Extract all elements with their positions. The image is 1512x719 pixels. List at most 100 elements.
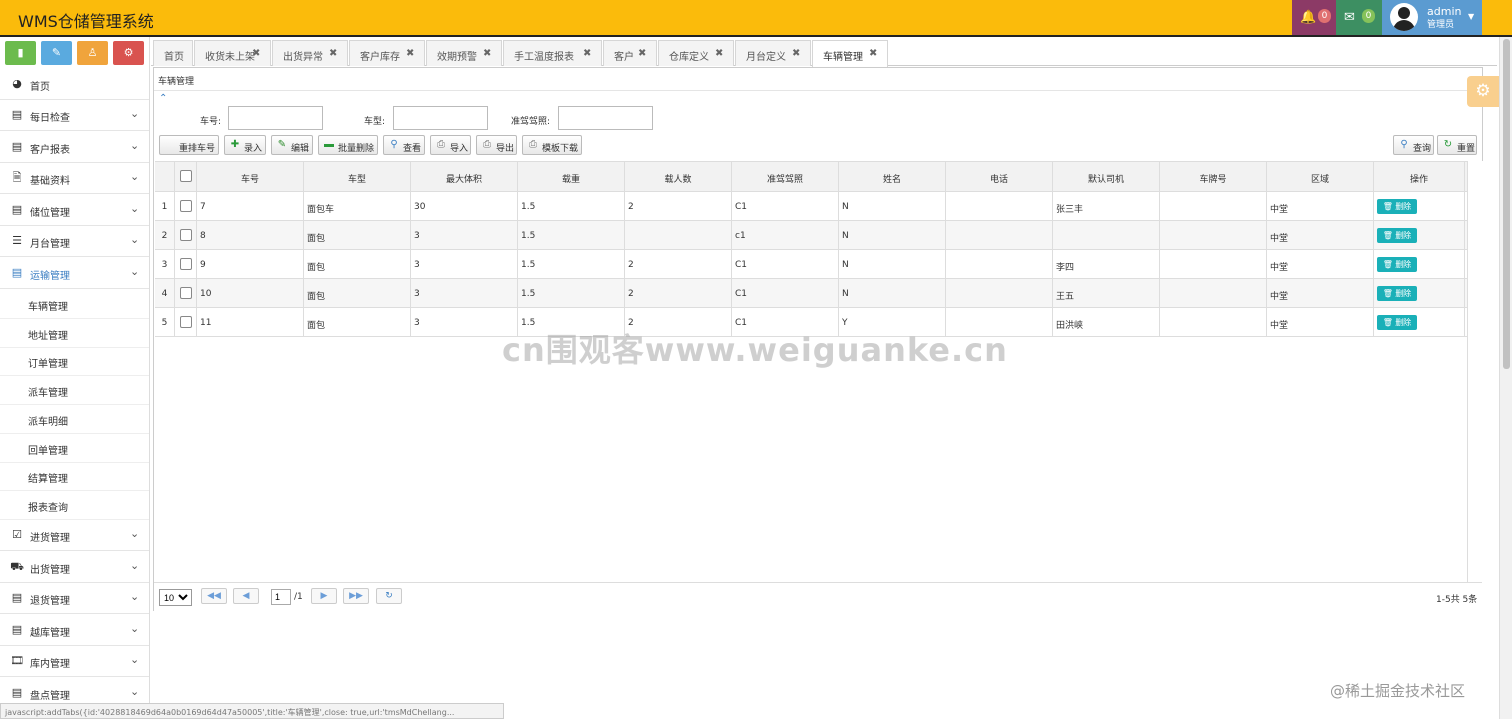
plate-input[interactable] bbox=[228, 106, 323, 130]
sidebar-item-group-top-4[interactable]: ☰ 月台管理 ⌄ bbox=[0, 226, 149, 257]
table-row[interactable]: 2 8 面包 3 1.5 c1 N 中堂 🗑 删除 bbox=[155, 221, 1468, 250]
sidebar-subitem-6[interactable]: 结算管理 bbox=[0, 462, 149, 492]
edit-button[interactable]: ✎ 编辑 bbox=[271, 135, 313, 155]
page-scrollbar[interactable] bbox=[1499, 37, 1512, 719]
cell-value: 9 bbox=[200, 260, 206, 270]
page-input[interactable] bbox=[271, 589, 291, 605]
tab-1[interactable]: 收货未上架 ✖ bbox=[194, 40, 271, 66]
trash-icon: 🗑 bbox=[1382, 260, 1396, 269]
close-icon[interactable]: ✖ bbox=[406, 48, 414, 59]
row-checkbox[interactable] bbox=[180, 200, 192, 212]
close-icon[interactable]: ✖ bbox=[638, 48, 646, 59]
prev-page-icon[interactable]: ◀ bbox=[233, 588, 259, 604]
type-input[interactable] bbox=[393, 106, 488, 130]
view-button[interactable]: ⚲ 查看 bbox=[383, 135, 425, 155]
sidebar-item-group-top-1[interactable]: ▤ 客户报表 ⌄ bbox=[0, 132, 149, 163]
sidebar-item-group-top-0[interactable]: ▤ 每日检查 ⌄ bbox=[0, 100, 149, 131]
sidebar-item-group-bottom-3[interactable]: ▤ 越库管理 ⌄ bbox=[0, 615, 149, 646]
sidebar-item-group-bottom-2[interactable]: ▤ 退货管理 ⌄ bbox=[0, 583, 149, 614]
row-checkbox[interactable] bbox=[180, 229, 192, 241]
users-shortcut-button[interactable]: ♙ bbox=[77, 41, 108, 65]
user-menu[interactable]: admin 管理员 ▼ bbox=[1382, 0, 1482, 35]
sidebar-subitem-7[interactable]: 报表查询 bbox=[0, 491, 149, 520]
page-size-select[interactable]: 10 bbox=[159, 589, 192, 606]
signal-shortcut-button[interactable]: ▮ bbox=[5, 41, 36, 65]
sidebar-item-group-top-3[interactable]: ▤ 储位管理 ⌄ bbox=[0, 195, 149, 226]
close-icon[interactable]: ✖ bbox=[252, 48, 260, 59]
reorder-button[interactable]: 重排车号 bbox=[159, 135, 219, 155]
tab-5[interactable]: 手工温度报表 ✖ bbox=[503, 40, 602, 66]
sidebar-subitem-4[interactable]: 派车明细 bbox=[0, 405, 149, 434]
sidebar-item-group-top-2[interactable]: 🗎 基础资料 ⌄ bbox=[0, 163, 149, 194]
export-button[interactable]: ⎙ 导出 bbox=[476, 135, 517, 155]
reload-icon[interactable]: ↻ bbox=[376, 588, 402, 604]
tab-6[interactable]: 客户 ✖ bbox=[603, 40, 657, 66]
cell-value: 8 bbox=[200, 231, 206, 241]
close-icon[interactable]: ✖ bbox=[483, 48, 491, 59]
template-download-button[interactable]: ⎙ 模板下载 bbox=[522, 135, 582, 155]
table-row[interactable]: 1 7 面包车 30 1.5 2 C1 N 张三丰 中堂 🗑 删除 bbox=[155, 192, 1468, 221]
collapse-up-icon[interactable]: ⌃ bbox=[159, 93, 167, 104]
sidebar-subitem-2[interactable]: 订单管理 bbox=[0, 347, 149, 377]
pencil-shortcut-button[interactable]: ✎ bbox=[41, 41, 72, 65]
sidebar-subitem-1[interactable]: 地址管理 bbox=[0, 319, 149, 348]
import-button[interactable]: ⎙ 导入 bbox=[430, 135, 471, 155]
batch-delete-button[interactable]: ▬ 批量删除 bbox=[318, 135, 378, 155]
grid-cell: 🗑 删除 bbox=[1374, 221, 1465, 249]
grid-cell: c1 bbox=[732, 221, 839, 249]
add-button[interactable]: ✚ 录入 bbox=[224, 135, 266, 155]
messages-button[interactable]: ✉ 0 bbox=[1336, 0, 1382, 35]
close-icon[interactable]: ✖ bbox=[715, 48, 723, 59]
row-checkbox[interactable] bbox=[180, 258, 192, 270]
last-page-icon[interactable]: ▶▶ bbox=[343, 588, 369, 604]
settings-gear-icon[interactable]: ⚙ bbox=[1467, 76, 1499, 107]
delete-button[interactable]: 🗑 删除 bbox=[1377, 257, 1417, 272]
delete-button[interactable]: 🗑 删除 bbox=[1377, 286, 1417, 301]
reset-button[interactable]: ↻ 重置 bbox=[1437, 135, 1477, 155]
sidebar-subitem-label: 报表查询 bbox=[28, 502, 68, 514]
tab-2[interactable]: 出货异常 ✖ bbox=[272, 40, 348, 66]
sidebar-subitem-3[interactable]: 派车管理 bbox=[0, 376, 149, 406]
grid-cell: 王五 bbox=[1053, 279, 1160, 307]
cell-value: 1.5 bbox=[521, 289, 536, 299]
grid-scrollbar[interactable] bbox=[1467, 161, 1483, 611]
cell-value: c1 bbox=[735, 231, 746, 241]
tab-7[interactable]: 仓库定义 ✖ bbox=[658, 40, 734, 66]
sidebar-item-label: 月台管理 bbox=[30, 239, 70, 250]
select-all-checkbox[interactable] bbox=[180, 170, 192, 182]
tab-3[interactable]: 客户库存 ✖ bbox=[349, 40, 425, 66]
tab-9[interactable]: 车辆管理 ✖ bbox=[812, 40, 888, 67]
notifications-button[interactable]: 🔔 0 bbox=[1292, 0, 1336, 35]
sidebar-subitem-0[interactable]: 车辆管理 bbox=[0, 290, 149, 319]
sidebar-item-label: 储位管理 bbox=[30, 207, 70, 219]
tab-0[interactable]: 首页 bbox=[153, 40, 193, 66]
sidebar-item-group-bottom-1[interactable]: ⛟ 出货管理 ⌄ bbox=[0, 552, 149, 583]
sidebar-item-home[interactable]: ◕ 首页 bbox=[0, 69, 149, 100]
tab-8[interactable]: 月台定义 ✖ bbox=[735, 40, 811, 66]
chevron-down-icon: ⌄ bbox=[130, 201, 140, 215]
sidebar-subitem-5[interactable]: 回单管理 bbox=[0, 434, 149, 463]
sidebar-item-group-top-5[interactable]: ▤ 运输管理 ⌄ bbox=[0, 258, 149, 289]
next-page-icon[interactable]: ▶ bbox=[311, 588, 337, 604]
close-icon[interactable]: ✖ bbox=[869, 48, 877, 59]
row-checkbox[interactable] bbox=[180, 316, 192, 328]
cogs-shortcut-button[interactable]: ⚙ bbox=[113, 41, 144, 65]
delete-button[interactable]: 🗑 删除 bbox=[1377, 228, 1417, 243]
close-icon[interactable]: ✖ bbox=[792, 48, 800, 59]
sidebar-item-group-bottom-0[interactable]: ☑ 进货管理 ⌄ bbox=[0, 520, 149, 551]
delete-button[interactable]: 🗑 删除 bbox=[1377, 315, 1417, 330]
row-checkbox[interactable] bbox=[180, 287, 192, 299]
tab-4[interactable]: 效期预警 ✖ bbox=[426, 40, 502, 66]
grid-cell bbox=[1160, 192, 1267, 220]
close-icon[interactable]: ✖ bbox=[329, 48, 337, 59]
table-row[interactable]: 3 9 面包 3 1.5 2 C1 N 李四 中堂 🗑 删除 bbox=[155, 250, 1468, 279]
sidebar-item-group-bottom-4[interactable]: 🎞 库内管理 ⌄ bbox=[0, 646, 149, 677]
caret-down-icon: ▼ bbox=[1468, 12, 1475, 21]
bell-icon: 🔔 bbox=[1300, 10, 1317, 25]
close-icon[interactable]: ✖ bbox=[583, 48, 591, 59]
delete-button[interactable]: 🗑 删除 bbox=[1377, 199, 1417, 214]
query-button[interactable]: ⚲ 查询 bbox=[1393, 135, 1434, 155]
table-row[interactable]: 4 10 面包 3 1.5 2 C1 N 王五 中堂 🗑 删除 bbox=[155, 279, 1468, 308]
license-input[interactable] bbox=[558, 106, 653, 130]
first-page-icon[interactable]: ◀◀ bbox=[201, 588, 227, 604]
